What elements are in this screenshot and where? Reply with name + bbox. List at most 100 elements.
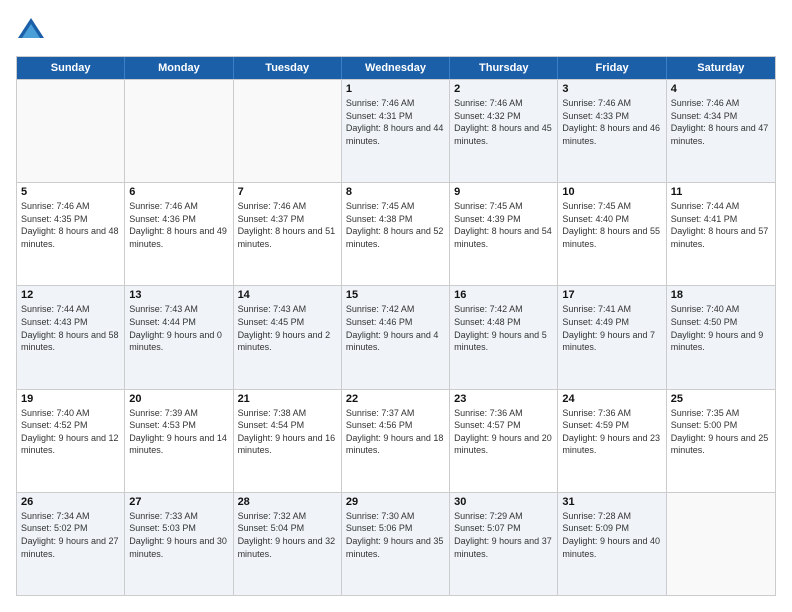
cal-cell-day-5: 5 Sunrise: 7:46 AMSunset: 4:35 PMDaylight…	[17, 183, 125, 285]
day-number: 30	[454, 496, 553, 508]
cell-info: Sunrise: 7:44 AMSunset: 4:41 PMDaylight:…	[671, 200, 771, 250]
cal-header-wednesday: Wednesday	[342, 57, 450, 79]
cell-info: Sunrise: 7:36 AMSunset: 4:59 PMDaylight:…	[562, 407, 661, 457]
cell-info: Sunrise: 7:32 AMSunset: 5:04 PMDaylight:…	[238, 510, 337, 560]
cell-info: Sunrise: 7:40 AMSunset: 4:50 PMDaylight:…	[671, 303, 771, 353]
calendar-body: 1 Sunrise: 7:46 AMSunset: 4:31 PMDaylight…	[17, 79, 775, 595]
cell-info: Sunrise: 7:46 AMSunset: 4:31 PMDaylight:…	[346, 97, 445, 147]
day-number: 9	[454, 186, 553, 198]
day-number: 5	[21, 186, 120, 198]
cal-header-tuesday: Tuesday	[234, 57, 342, 79]
cal-cell-day-6: 6 Sunrise: 7:46 AMSunset: 4:36 PMDaylight…	[125, 183, 233, 285]
day-number: 24	[562, 393, 661, 405]
day-number: 20	[129, 393, 228, 405]
cal-week-1: 1 Sunrise: 7:46 AMSunset: 4:31 PMDaylight…	[17, 79, 775, 182]
cal-header-thursday: Thursday	[450, 57, 558, 79]
day-number: 8	[346, 186, 445, 198]
header	[16, 16, 776, 46]
cell-info: Sunrise: 7:45 AMSunset: 4:39 PMDaylight:…	[454, 200, 553, 250]
cal-cell-day-30: 30 Sunrise: 7:29 AMSunset: 5:07 PMDayligh…	[450, 493, 558, 595]
cell-info: Sunrise: 7:43 AMSunset: 4:44 PMDaylight:…	[129, 303, 228, 353]
cell-info: Sunrise: 7:46 AMSunset: 4:37 PMDaylight:…	[238, 200, 337, 250]
cal-cell-day-20: 20Sunrise: 7:39 AMSunset: 4:53 PMDayligh…	[125, 390, 233, 492]
cal-cell-day-21: 21 Sunrise: 7:38 AMSunset: 4:54 PMDayligh…	[234, 390, 342, 492]
cell-info: Sunrise: 7:42 AMSunset: 4:46 PMDaylight:…	[346, 303, 445, 353]
cal-header-saturday: Saturday	[667, 57, 775, 79]
cal-cell-day-14: 14 Sunrise: 7:43 AMSunset: 4:45 PMDayligh…	[234, 286, 342, 388]
day-number: 23	[454, 393, 553, 405]
cal-cell-day-13: 13 Sunrise: 7:43 AMSunset: 4:44 PMDayligh…	[125, 286, 233, 388]
day-number: 11	[671, 186, 771, 198]
cal-cell-day-2: 2Sunrise: 7:46 AMSunset: 4:32 PMDaylight…	[450, 80, 558, 182]
cal-week-4: 19 Sunrise: 7:40 AMSunset: 4:52 PMDayligh…	[17, 389, 775, 492]
cal-cell-day-7: 7 Sunrise: 7:46 AMSunset: 4:37 PMDaylight…	[234, 183, 342, 285]
day-number: 27	[129, 496, 228, 508]
cal-cell-day-1: 1 Sunrise: 7:46 AMSunset: 4:31 PMDaylight…	[342, 80, 450, 182]
cal-cell-day-8: 8Sunrise: 7:45 AMSunset: 4:38 PMDaylight…	[342, 183, 450, 285]
cal-cell-empty	[17, 80, 125, 182]
cell-info: Sunrise: 7:34 AMSunset: 5:02 PMDaylight:…	[21, 510, 120, 560]
cal-cell-day-19: 19 Sunrise: 7:40 AMSunset: 4:52 PMDayligh…	[17, 390, 125, 492]
day-number: 4	[671, 83, 771, 95]
day-number: 3	[562, 83, 661, 95]
cell-info: Sunrise: 7:46 AMSunset: 4:36 PMDaylight:…	[129, 200, 228, 250]
logo-icon	[16, 16, 46, 46]
day-number: 22	[346, 393, 445, 405]
cell-info: Sunrise: 7:41 AMSunset: 4:49 PMDaylight:…	[562, 303, 661, 353]
cal-week-3: 12Sunrise: 7:44 AMSunset: 4:43 PMDayligh…	[17, 285, 775, 388]
day-number: 6	[129, 186, 228, 198]
cal-week-5: 26Sunrise: 7:34 AMSunset: 5:02 PMDayligh…	[17, 492, 775, 595]
day-number: 18	[671, 289, 771, 301]
cal-cell-day-31: 31 Sunrise: 7:28 AMSunset: 5:09 PMDayligh…	[558, 493, 666, 595]
day-number: 7	[238, 186, 337, 198]
cell-info: Sunrise: 7:30 AMSunset: 5:06 PMDaylight:…	[346, 510, 445, 560]
cell-info: Sunrise: 7:46 AMSunset: 4:35 PMDaylight:…	[21, 200, 120, 250]
cal-cell-empty	[125, 80, 233, 182]
cal-cell-day-10: 10 Sunrise: 7:45 AMSunset: 4:40 PMDayligh…	[558, 183, 666, 285]
cal-cell-day-28: 28 Sunrise: 7:32 AMSunset: 5:04 PMDayligh…	[234, 493, 342, 595]
cal-header-monday: Monday	[125, 57, 233, 79]
cal-cell-day-24: 24 Sunrise: 7:36 AMSunset: 4:59 PMDayligh…	[558, 390, 666, 492]
cell-info: Sunrise: 7:46 AMSunset: 4:34 PMDaylight:…	[671, 97, 771, 147]
cell-info: Sunrise: 7:40 AMSunset: 4:52 PMDaylight:…	[21, 407, 120, 457]
cell-info: Sunrise: 7:36 AMSunset: 4:57 PMDaylight:…	[454, 407, 553, 457]
cal-week-2: 5 Sunrise: 7:46 AMSunset: 4:35 PMDaylight…	[17, 182, 775, 285]
day-number: 19	[21, 393, 120, 405]
cal-cell-day-12: 12Sunrise: 7:44 AMSunset: 4:43 PMDayligh…	[17, 286, 125, 388]
day-number: 14	[238, 289, 337, 301]
day-number: 29	[346, 496, 445, 508]
day-number: 1	[346, 83, 445, 95]
day-number: 10	[562, 186, 661, 198]
calendar: SundayMondayTuesdayWednesdayThursdayFrid…	[16, 56, 776, 596]
cell-info: Sunrise: 7:43 AMSunset: 4:45 PMDaylight:…	[238, 303, 337, 353]
cal-cell-day-3: 3 Sunrise: 7:46 AMSunset: 4:33 PMDaylight…	[558, 80, 666, 182]
cell-info: Sunrise: 7:38 AMSunset: 4:54 PMDaylight:…	[238, 407, 337, 457]
cell-info: Sunrise: 7:35 AMSunset: 5:00 PMDaylight:…	[671, 407, 771, 457]
cell-info: Sunrise: 7:37 AMSunset: 4:56 PMDaylight:…	[346, 407, 445, 457]
calendar-header-row: SundayMondayTuesdayWednesdayThursdayFrid…	[17, 57, 775, 79]
cal-cell-day-22: 22 Sunrise: 7:37 AMSunset: 4:56 PMDayligh…	[342, 390, 450, 492]
cal-cell-day-4: 4 Sunrise: 7:46 AMSunset: 4:34 PMDaylight…	[667, 80, 775, 182]
cal-cell-day-26: 26Sunrise: 7:34 AMSunset: 5:02 PMDayligh…	[17, 493, 125, 595]
day-number: 13	[129, 289, 228, 301]
cell-info: Sunrise: 7:42 AMSunset: 4:48 PMDaylight:…	[454, 303, 553, 353]
logo	[16, 16, 50, 46]
cal-cell-day-27: 27 Sunrise: 7:33 AMSunset: 5:03 PMDayligh…	[125, 493, 233, 595]
day-number: 2	[454, 83, 553, 95]
cal-header-sunday: Sunday	[17, 57, 125, 79]
cal-cell-day-15: 15Sunrise: 7:42 AMSunset: 4:46 PMDayligh…	[342, 286, 450, 388]
day-number: 17	[562, 289, 661, 301]
cell-info: Sunrise: 7:45 AMSunset: 4:40 PMDaylight:…	[562, 200, 661, 250]
day-number: 28	[238, 496, 337, 508]
cell-info: Sunrise: 7:46 AMSunset: 4:33 PMDaylight:…	[562, 97, 661, 147]
day-number: 31	[562, 496, 661, 508]
day-number: 21	[238, 393, 337, 405]
cell-info: Sunrise: 7:33 AMSunset: 5:03 PMDaylight:…	[129, 510, 228, 560]
cal-cell-day-16: 16Sunrise: 7:42 AMSunset: 4:48 PMDayligh…	[450, 286, 558, 388]
cell-info: Sunrise: 7:28 AMSunset: 5:09 PMDaylight:…	[562, 510, 661, 560]
cal-cell-day-11: 11 Sunrise: 7:44 AMSunset: 4:41 PMDayligh…	[667, 183, 775, 285]
cell-info: Sunrise: 7:29 AMSunset: 5:07 PMDaylight:…	[454, 510, 553, 560]
cal-cell-day-23: 23 Sunrise: 7:36 AMSunset: 4:57 PMDayligh…	[450, 390, 558, 492]
day-number: 25	[671, 393, 771, 405]
day-number: 12	[21, 289, 120, 301]
